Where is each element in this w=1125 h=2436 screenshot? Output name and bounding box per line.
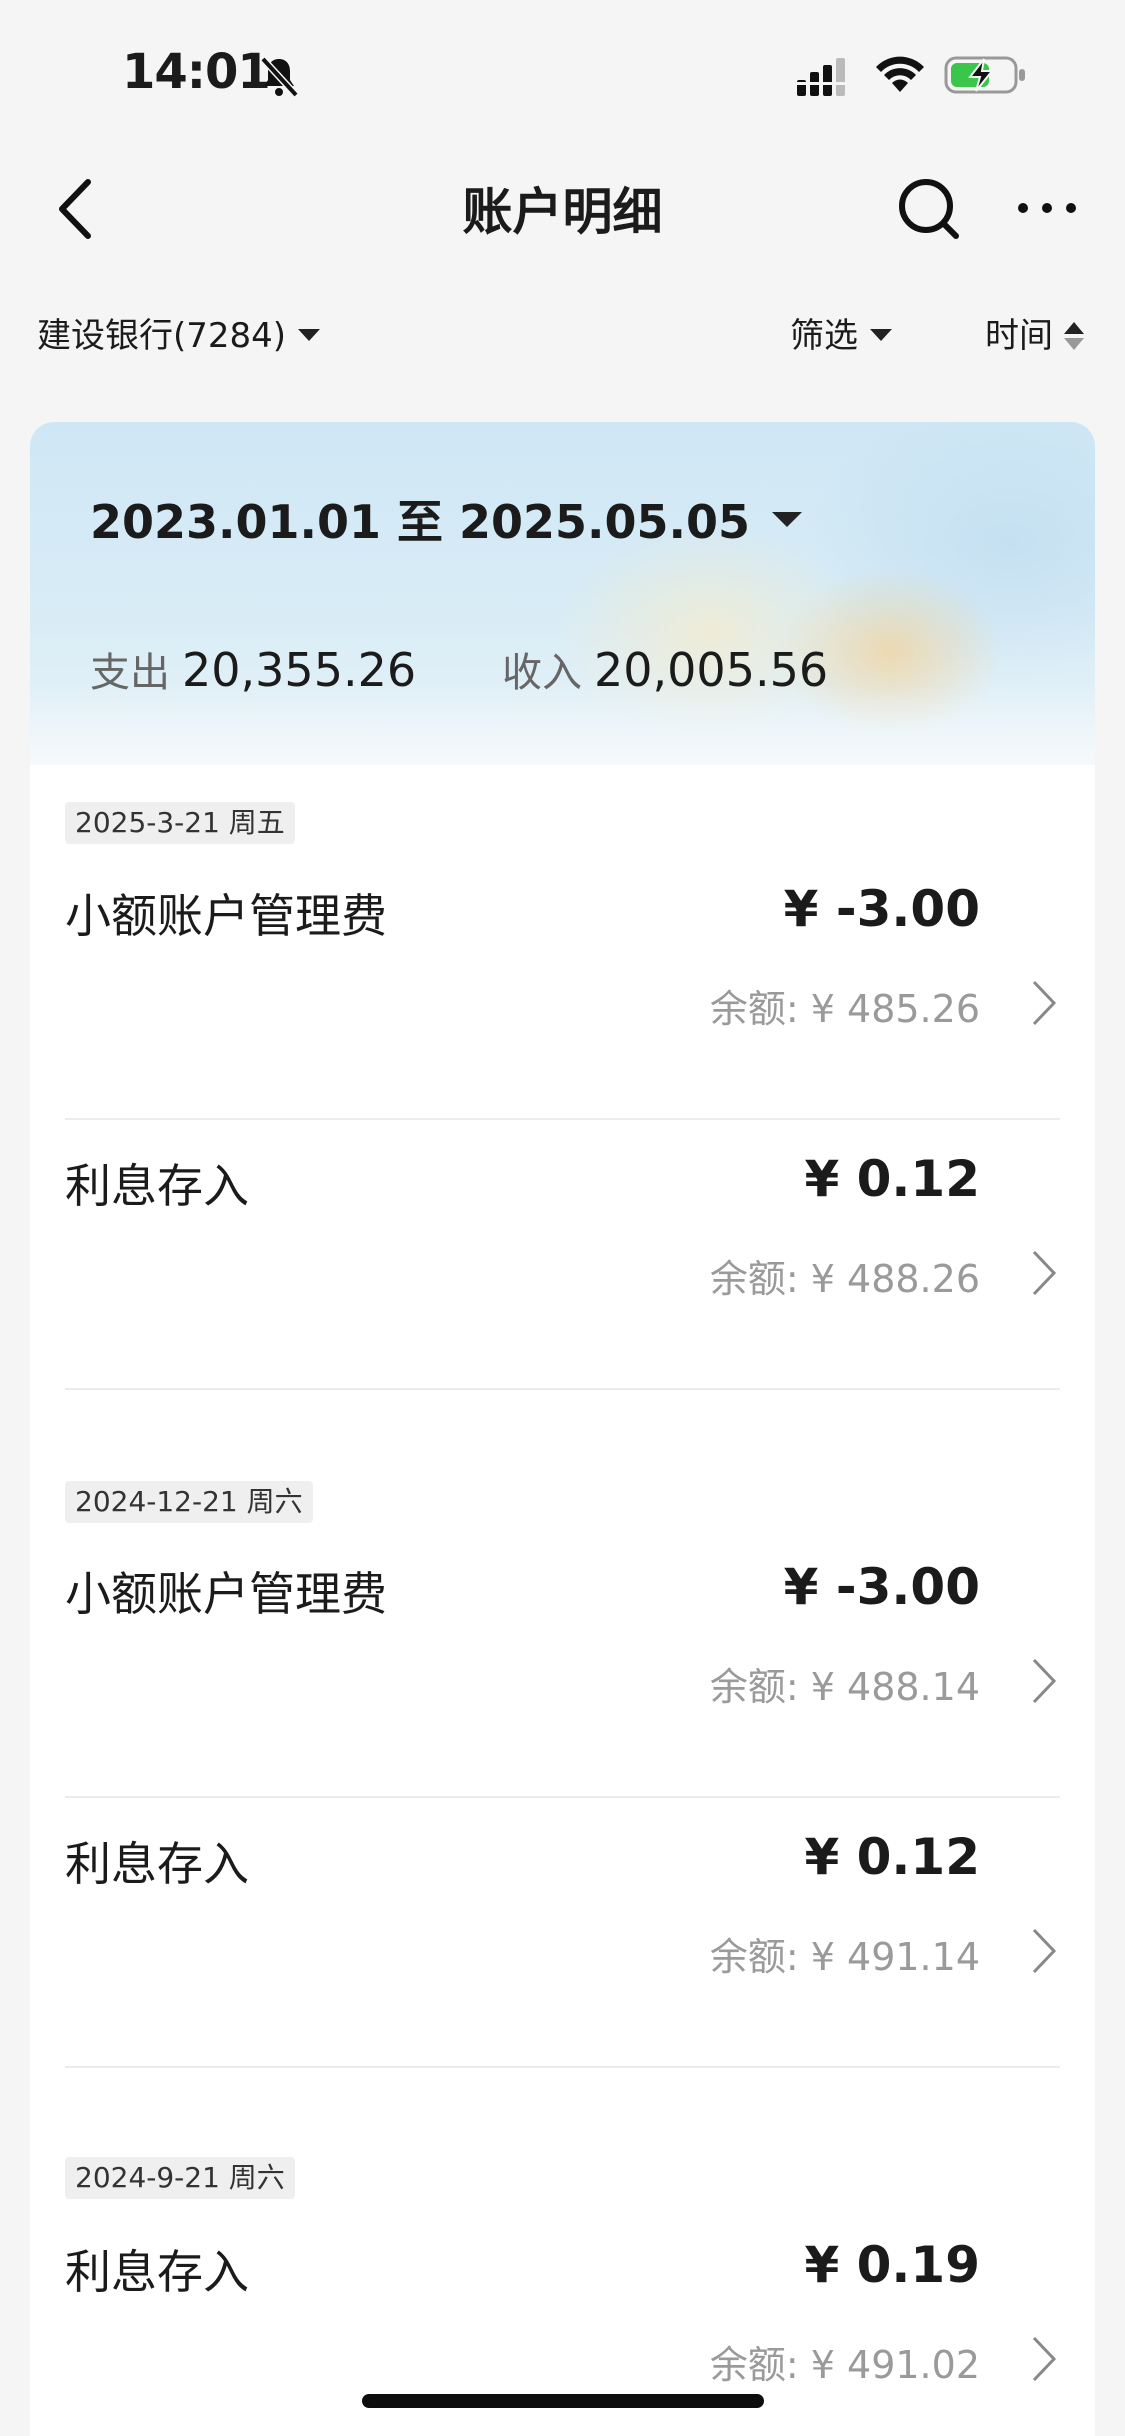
date-header: 2024-12-21 周六 [65,1481,313,1523]
caret-down-icon [870,328,892,341]
transaction-row[interactable]: 小额账户管理费 ¥ -3.00 余额: ¥ 485.26 [65,852,1060,1122]
cellular-signal-icon [797,58,845,96]
filter-bar: 建设银行(7284) 筛选 时间 [0,308,1125,358]
transaction-amount: ¥ 0.12 [804,1828,980,1886]
transaction-balance: 余额: ¥ 485.26 [709,987,980,1031]
filter-label: 筛选 [790,316,858,356]
transaction-row[interactable]: 利息存入 ¥ 0.12 余额: ¥ 488.26 [65,1122,1060,1392]
chevron-right-icon [1032,1928,1057,1974]
row-divider [65,1118,1060,1120]
expense-summary: 支出 20,355.26 [90,640,416,698]
transaction-amount: ¥ -3.00 [783,1558,980,1616]
transaction-row[interactable]: 小额账户管理费 ¥ -3.00 余额: ¥ 488.14 [65,1530,1060,1800]
status-bar: 14:01 [0,0,1125,150]
account-label: 建设银行(7284) [37,316,287,356]
sort-by-time-button[interactable]: 时间 [985,308,1085,357]
summary-banner: 2023.01.01 至 2025.05.05 支出 20,355.26 收入 20… [30,422,1095,765]
transaction-amount: ¥ 0.12 [804,1150,980,1208]
income-label: 收入 [502,650,582,696]
row-divider [65,1796,1060,1798]
transaction-title: 小额账户管理费 [65,1567,387,1621]
more-options-icon[interactable] [1014,196,1080,220]
transaction-title: 利息存入 [65,1159,249,1213]
chevron-right-icon [1032,2336,1057,2382]
mute-bell-icon [260,56,299,98]
transaction-title: 小额账户管理费 [65,889,387,943]
transaction-title: 利息存入 [65,1837,249,1891]
date-range-selector[interactable]: 2023.01.01 至 2025.05.05 [90,486,803,552]
search-icon[interactable] [896,176,962,242]
sort-label: 时间 [985,316,1053,356]
transaction-amount: ¥ 0.19 [804,2236,980,2294]
transaction-balance: 余额: ¥ 491.02 [709,2343,980,2387]
date-header: 2024-9-21 周六 [65,2157,295,2199]
account-selector[interactable]: 建设银行(7284) [37,308,321,357]
chevron-right-icon [1032,1658,1057,1704]
chevron-right-icon [1032,980,1057,1026]
battery-charging-icon [944,56,1025,94]
transactions-card: 2023.01.01 至 2025.05.05 支出 20,355.26 收入 20… [30,422,1095,2436]
filter-button[interactable]: 筛选 [790,308,892,357]
income-value: 20,005.56 [594,643,829,697]
row-divider [65,2066,1060,2068]
wifi-icon [876,56,924,92]
caret-down-icon [298,328,321,341]
sort-arrows-icon [1064,321,1084,350]
income-summary: 收入 20,005.56 [502,640,828,698]
date-range-label: 2023.01.01 至 2025.05.05 [90,495,751,549]
expense-value: 20,355.26 [182,643,417,697]
transaction-row[interactable]: 利息存入 ¥ 0.12 余额: ¥ 491.14 [65,1800,1060,2070]
transaction-balance: 余额: ¥ 488.26 [709,1257,980,1301]
date-header: 2025-3-21 周五 [65,802,295,844]
transaction-amount: ¥ -3.00 [783,880,980,938]
expense-label: 支出 [90,650,170,696]
home-indicator[interactable] [362,2394,764,2408]
transaction-balance: 余额: ¥ 488.14 [709,1665,980,1709]
caret-down-icon [772,512,803,527]
transaction-title: 利息存入 [65,2245,249,2299]
chevron-right-icon [1032,1250,1057,1296]
row-divider [65,1388,1060,1390]
status-time: 14:01 [122,44,271,100]
transaction-balance: 余额: ¥ 491.14 [709,1935,980,1979]
